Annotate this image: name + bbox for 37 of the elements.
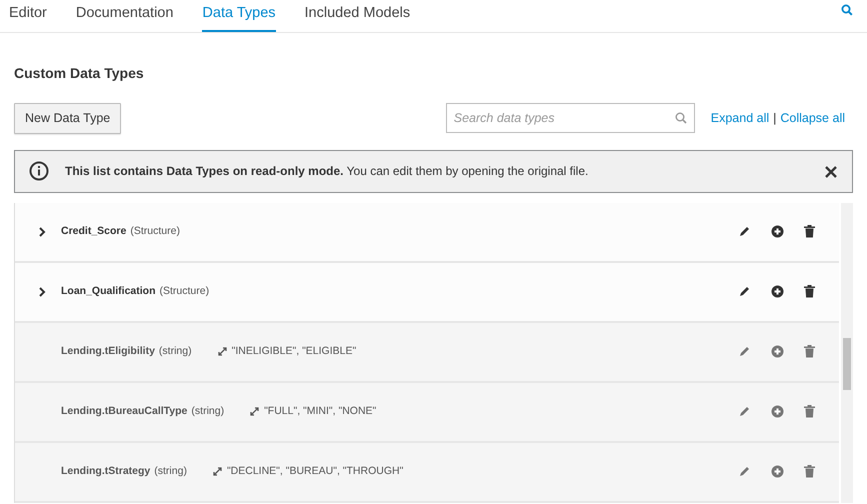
separator: |: [773, 110, 776, 127]
type-kind: (string): [154, 464, 187, 479]
pencil-icon[interactable]: [738, 285, 751, 298]
trash-icon[interactable]: [804, 225, 815, 238]
type-kind: (string): [158, 344, 192, 359]
type-name: Lending.tEligibility: [61, 344, 155, 359]
constraint-icon: [218, 347, 227, 356]
search-icon: [674, 112, 687, 124]
type-kind: (Structure): [130, 224, 180, 239]
tab[interactable]: Editor: [9, 0, 47, 32]
tab[interactable]: Documentation: [76, 0, 174, 32]
constraint-values: "INELIGIBLE", "ELIGIBLE": [232, 344, 356, 359]
section-title: Custom Data Types: [14, 64, 145, 83]
plus-circle-icon[interactable]: [771, 285, 784, 298]
info-icon: [29, 161, 49, 182]
alert-message: This list contains Data Types on read-only mode. You can edit them by opening the original file.: [65, 163, 588, 180]
type-name: Lending.tBureauCallType: [61, 404, 188, 419]
tab[interactable]: Data Types: [202, 0, 276, 32]
constraint-icon: [212, 467, 222, 476]
type-name: Loan_Qualification: [61, 284, 156, 299]
type-kind: (string): [191, 404, 224, 419]
pencil-icon[interactable]: [738, 225, 751, 238]
constraint-values: "FULL", "MINI", "NONE": [264, 404, 376, 419]
constraint-icon: [250, 407, 260, 416]
type-name: Lending.tStrategy: [61, 464, 150, 479]
type-name: Credit_Score: [61, 224, 126, 239]
collapse-all-link[interactable]: Collapse all: [780, 109, 845, 128]
type-kind: (Structure): [160, 284, 210, 299]
expand-all-link[interactable]: Expand all: [710, 109, 770, 128]
new-data-type-button[interactable]: New Data Type: [14, 103, 122, 134]
trash-icon[interactable]: [804, 285, 815, 298]
tab[interactable]: Included Models: [304, 0, 410, 32]
plus-circle-icon[interactable]: [771, 225, 784, 238]
search-field[interactable]: Search data types: [446, 103, 695, 134]
constraint-values: "DECLINE", "BUREAU", "THROUGH": [226, 464, 404, 479]
scrollbar[interactable]: [841, 202, 853, 503]
search-icon[interactable]: [841, 4, 853, 16]
